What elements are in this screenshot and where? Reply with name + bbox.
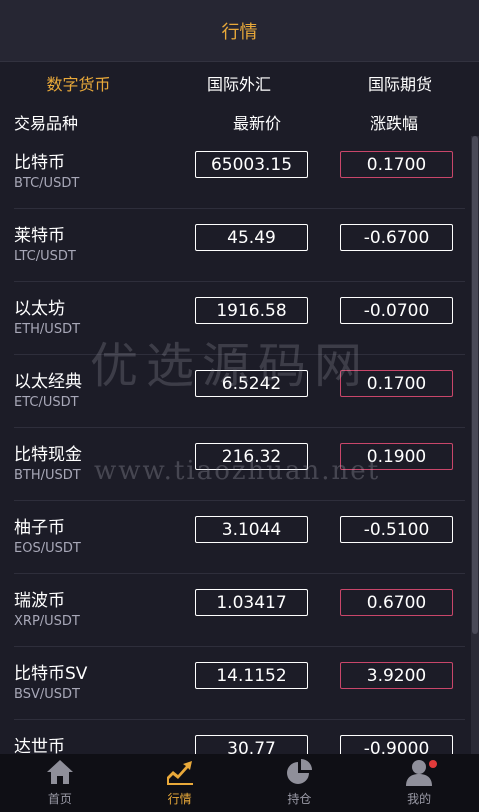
market-tabs: 数字货币 国际外汇 国际期货: [0, 62, 479, 104]
price-box: 65003.15: [195, 151, 308, 178]
price-box: 1916.58: [195, 297, 308, 324]
coin-pair: ETC/USDT: [14, 395, 79, 410]
nav-item-positions[interactable]: 持仓: [240, 754, 360, 812]
nav-label-profile: 我的: [407, 792, 432, 806]
change-box: 3.9200: [340, 662, 453, 689]
tab-forex[interactable]: 国际外汇: [157, 71, 321, 95]
scrollbar-thumb[interactable]: [472, 136, 478, 634]
coin-pair: XRP/USDT: [14, 614, 80, 629]
change-box: 0.6700: [340, 589, 453, 616]
market-list: 比特币 BTC/USDT 65003.15 0.1700 莱特币 LTC/USDT 45.4…: [0, 136, 479, 754]
column-header-change: 涨跌幅: [370, 114, 419, 133]
change-box: 0.1900: [340, 443, 453, 470]
column-header-name: 交易品种: [14, 114, 79, 133]
pie-chart-icon: [287, 759, 313, 784]
table-row[interactable]: 以太坊 ETH/USDT 1916.58 -0.0700: [14, 282, 465, 355]
table-row[interactable]: 以太经典 ETC/USDT 6.5242 0.1700: [14, 355, 465, 428]
coin-name: 莱特币: [14, 226, 65, 246]
coin-name: 达世币: [14, 737, 65, 754]
coin-pair: BTH/USDT: [14, 468, 81, 483]
bottom-nav: 首页 行情 持仓 我的: [0, 754, 479, 812]
price-box: 14.1152: [195, 662, 308, 689]
header: 行情: [0, 0, 479, 62]
change-box: -0.5100: [340, 516, 453, 543]
coin-name: 柚子币: [14, 518, 65, 538]
price-box: 3.1044: [195, 516, 308, 543]
nav-label-positions: 持仓: [287, 792, 312, 806]
table-row[interactable]: 达世币DASH/USDT30.77-0.9000: [14, 720, 465, 754]
nav-label-market: 行情: [167, 792, 192, 806]
column-headers: 交易品种 最新价 涨跌幅: [0, 104, 479, 136]
table-row[interactable]: 柚子币 EOS/USDT 3.1044 -0.5100: [14, 501, 465, 574]
table-row[interactable]: 瑞波币 XRP/USDT 1.03417 0.6700: [14, 574, 465, 647]
table-row[interactable]: 比特现金 BTH/USDT 216.32 0.1900: [14, 428, 465, 501]
price-box: 6.5242: [195, 370, 308, 397]
price-box: 45.49: [195, 224, 308, 251]
column-header-price: 最新价: [233, 114, 282, 133]
price-box: 30.77: [195, 735, 308, 754]
tab-crypto[interactable]: 数字货币: [0, 71, 157, 95]
tab-futures[interactable]: 国际期货: [321, 71, 479, 95]
app: 行情 数字货币 国际外汇 国际期货 交易品种 最新价 涨跌幅 比特币 BTC/US…: [0, 0, 479, 812]
price-box: 1.03417: [195, 589, 308, 616]
home-icon: [46, 760, 73, 784]
table-row[interactable]: 比特币 BTC/USDT 65003.15 0.1700: [14, 136, 465, 209]
coin-name: 比特现金: [14, 445, 82, 465]
chart-trend-icon: [166, 761, 193, 785]
scrollbar[interactable]: [471, 136, 479, 754]
change-box: 0.1700: [340, 370, 453, 397]
coin-name: 以太坊: [14, 299, 65, 319]
nav-label-home: 首页: [47, 792, 72, 806]
change-box: 0.1700: [340, 151, 453, 178]
nav-item-market[interactable]: 行情: [120, 754, 240, 812]
table-row[interactable]: 莱特币 LTC/USDT 45.49 -0.6700: [14, 209, 465, 282]
notification-badge: [429, 760, 438, 768]
change-box: -0.9000: [340, 735, 453, 754]
coin-name: 以太经典: [14, 372, 82, 392]
price-box: 216.32: [195, 443, 308, 470]
change-box: -0.0700: [340, 297, 453, 324]
nav-item-home[interactable]: 首页: [0, 754, 120, 812]
nav-item-profile[interactable]: 我的: [359, 754, 479, 812]
coin-pair: LTC/USDT: [14, 249, 76, 264]
coin-pair: BSV/USDT: [14, 687, 80, 702]
coin-pair: ETH/USDT: [14, 322, 81, 337]
table-row[interactable]: 比特币SV BSV/USDT 14.1152 3.9200: [14, 647, 465, 720]
coin-name: 比特币: [14, 153, 65, 173]
change-box: -0.6700: [340, 224, 453, 251]
coin-pair: BTC/USDT: [14, 176, 80, 191]
coin-name: 瑞波币: [14, 591, 65, 611]
coin-name: 比特币SV: [14, 664, 88, 684]
page-title: 行情: [221, 21, 258, 43]
coin-pair: EOS/USDT: [14, 541, 81, 556]
